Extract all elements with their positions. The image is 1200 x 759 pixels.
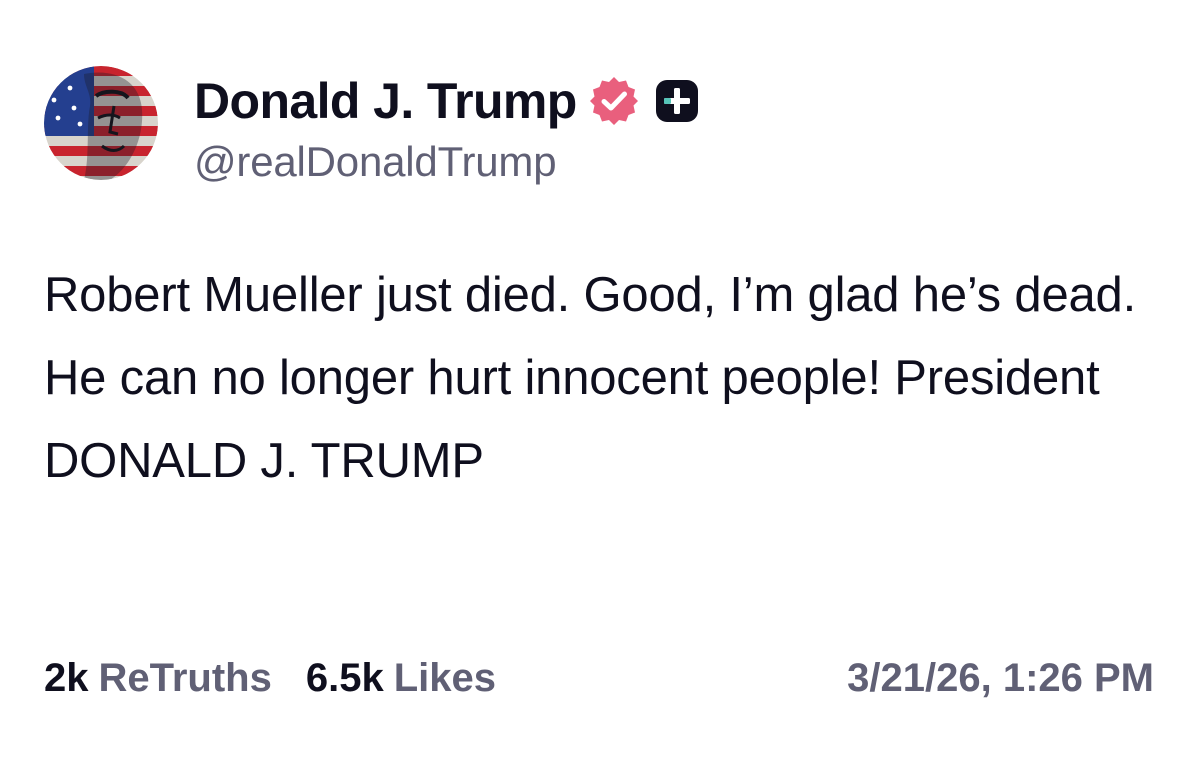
verified-badge-icon bbox=[587, 74, 641, 128]
post-card: Donald J. Trump @realDonaldTrump Robert … bbox=[0, 0, 1200, 759]
post-text: Robert Mueller just died. Good, I’m glad… bbox=[44, 268, 1137, 488]
post-stats: 2k ReTruths 6.5k Likes bbox=[44, 656, 496, 701]
likes-label[interactable]: Likes bbox=[394, 656, 496, 701]
author-display-name[interactable]: Donald J. Trump bbox=[194, 72, 577, 130]
likes-count[interactable]: 6.5k bbox=[306, 656, 384, 701]
flag-portrait-avatar-icon bbox=[44, 66, 158, 180]
author-handle[interactable]: @realDonaldTrump bbox=[194, 138, 557, 186]
retruths-count[interactable]: 2k bbox=[44, 656, 89, 701]
post-timestamp[interactable]: 3/21/26, 1:26 PM bbox=[847, 656, 1154, 701]
retruths-label[interactable]: ReTruths bbox=[99, 656, 272, 701]
plus-badge-icon bbox=[653, 77, 701, 125]
author-name-row: Donald J. Trump bbox=[194, 70, 701, 132]
avatar[interactable] bbox=[44, 66, 158, 180]
